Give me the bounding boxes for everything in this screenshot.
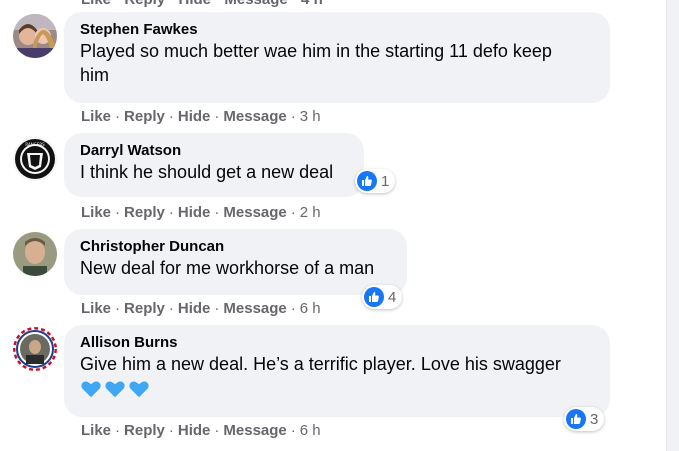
hide-link[interactable]: Hide bbox=[178, 422, 211, 439]
separator: · bbox=[168, 108, 174, 125]
comment-bubble: Darryl Watson I think he should get a ne… bbox=[64, 133, 364, 197]
reaction-number: 3 bbox=[590, 410, 599, 428]
blue-hearts-emoji bbox=[80, 378, 594, 400]
like-link[interactable]: Like bbox=[81, 422, 111, 439]
separator: · bbox=[214, 300, 220, 317]
comment-text-line: Give him a new deal. He’s a terrific pla… bbox=[80, 354, 561, 374]
comment-author[interactable]: Darryl Watson bbox=[80, 141, 348, 160]
comment-actions: Like · Reply · Hide · Message · 3 h bbox=[81, 108, 321, 125]
thumbs-up-icon bbox=[364, 287, 384, 307]
blue-heart-icon bbox=[81, 381, 101, 398]
comment-bubble: Stephen Fawkes Played so much better wae… bbox=[64, 12, 610, 103]
separator: · bbox=[168, 204, 174, 221]
reply-link[interactable]: Reply bbox=[124, 422, 165, 439]
separator: · bbox=[290, 300, 296, 317]
avatar[interactable] bbox=[13, 327, 57, 371]
like-link[interactable]: Like bbox=[81, 108, 111, 125]
avatar[interactable]: RANGERS bbox=[13, 137, 57, 181]
comment-text-line: New deal for me workhorse of a man bbox=[80, 258, 375, 278]
reaction-number: 4 bbox=[388, 288, 397, 306]
separator: · bbox=[214, 204, 220, 221]
timestamp[interactable]: 6 h bbox=[300, 422, 321, 439]
like-link[interactable]: Like bbox=[81, 300, 111, 317]
blue-heart-icon bbox=[105, 381, 125, 398]
comment-text: Give him a new deal. He’s a terrific pla… bbox=[80, 352, 594, 400]
hide-link[interactable]: Hide bbox=[178, 204, 211, 221]
thumbs-up-icon bbox=[357, 171, 377, 191]
reply-link[interactable]: Reply bbox=[124, 108, 165, 125]
separator: · bbox=[115, 300, 121, 317]
avatar[interactable] bbox=[13, 232, 57, 276]
club-crest-icon: RANGERS bbox=[13, 137, 57, 181]
avatar-couple-photo-icon bbox=[13, 14, 57, 58]
previous-comment-actions: Like · Reply · Hide · Message · 4 h bbox=[81, 0, 323, 8]
comment-bubble: Allison Burns Give him a new deal. He’s … bbox=[64, 325, 610, 417]
message-link[interactable]: Message bbox=[223, 300, 286, 317]
separator: · bbox=[168, 300, 174, 317]
scrollbar[interactable] bbox=[666, 0, 679, 451]
comment-actions: Like · Reply · Hide · Message · 6 h bbox=[81, 422, 321, 439]
comment-text: I think he should get a new deal bbox=[80, 160, 348, 184]
thumbs-up-icon bbox=[566, 409, 586, 429]
separator: · bbox=[290, 422, 296, 439]
separator: · bbox=[115, 422, 121, 439]
timestamp[interactable]: 2 h bbox=[300, 204, 321, 221]
comment-bubble: Christopher Duncan New deal for me workh… bbox=[64, 229, 407, 295]
comment-text: New deal for me workhorse of a man bbox=[80, 256, 391, 280]
blue-heart-icon bbox=[129, 381, 149, 398]
comment-author[interactable]: Stephen Fawkes bbox=[80, 20, 594, 39]
comment-author[interactable]: Christopher Duncan bbox=[80, 237, 391, 256]
reaction-number: 1 bbox=[381, 172, 390, 190]
like-link[interactable]: Like bbox=[81, 204, 111, 221]
separator: · bbox=[214, 108, 220, 125]
separator: · bbox=[115, 204, 121, 221]
man-portrait-icon bbox=[13, 232, 57, 276]
comment-actions: Like · Reply · Hide · Message · 2 h bbox=[81, 204, 321, 221]
separator: · bbox=[290, 204, 296, 221]
message-link[interactable]: Message bbox=[223, 204, 286, 221]
separator: · bbox=[168, 422, 174, 439]
comment-text: Played so much better wae him in the sta… bbox=[80, 39, 594, 87]
timestamp[interactable]: 6 h bbox=[300, 300, 321, 317]
reply-link[interactable]: Reply bbox=[124, 204, 165, 221]
message-link[interactable]: Message bbox=[223, 422, 286, 439]
comment-text-line: I think he should get a new deal bbox=[80, 162, 334, 182]
comment-text-line: Played so much better wae him in the sta… bbox=[80, 41, 552, 61]
hide-link[interactable]: Hide bbox=[178, 300, 211, 317]
separator: · bbox=[115, 108, 121, 125]
reaction-count[interactable]: 3 bbox=[564, 407, 605, 431]
svg-text:RANGERS: RANGERS bbox=[25, 142, 45, 147]
timestamp[interactable]: 3 h bbox=[300, 108, 321, 125]
hide-link[interactable]: Hide bbox=[178, 108, 211, 125]
separator: · bbox=[214, 422, 220, 439]
message-link[interactable]: Message bbox=[223, 108, 286, 125]
comment-author[interactable]: Allison Burns bbox=[80, 333, 594, 352]
comment-text-line: him bbox=[80, 65, 110, 85]
comment-actions: Like · Reply · Hide · Message · 6 h bbox=[81, 300, 321, 317]
reply-link[interactable]: Reply bbox=[124, 300, 165, 317]
badge-portrait-icon bbox=[13, 327, 57, 371]
avatar[interactable] bbox=[13, 14, 57, 58]
separator: · bbox=[290, 108, 296, 125]
reaction-count[interactable]: 4 bbox=[362, 285, 403, 309]
reaction-count[interactable]: 1 bbox=[355, 169, 396, 193]
